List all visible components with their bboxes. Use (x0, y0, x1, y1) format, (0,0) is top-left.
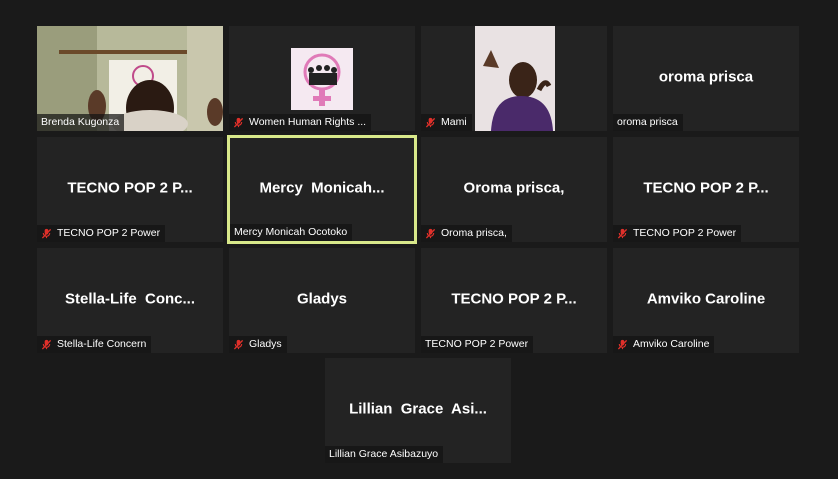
participant-name-label: TECNO POP 2 Power (421, 336, 534, 353)
participant-display-name: Gladys (296, 289, 348, 307)
mic-muted-icon (425, 117, 436, 128)
participant-name-label: Lillian Grace Asibazuyo (325, 446, 444, 463)
participant-tile[interactable]: Gladys Gladys (229, 248, 415, 353)
mic-muted-icon (41, 339, 52, 350)
participant-tile[interactable]: Amviko Caroline Amviko Caroline (613, 248, 799, 353)
participant-tile[interactable]: Mami (421, 26, 607, 131)
mic-muted-icon (617, 228, 628, 239)
mic-muted-icon (233, 339, 244, 350)
participant-tile[interactable]: Women Human Rights ... (229, 26, 415, 131)
participant-name-label: Mercy Monicah Ocotoko (230, 224, 353, 241)
participant-display-name: TECNO POP 2 P... (67, 178, 193, 196)
participant-display-name: Stella-Life Conc... (64, 289, 196, 307)
participant-name-label: Gladys (229, 336, 287, 353)
participant-tile[interactable]: TECNO POP 2 P... TECNO POP 2 Power (37, 137, 223, 242)
participant-display-name: Amviko Caroline (646, 289, 766, 307)
participant-name-label: TECNO POP 2 Power (613, 225, 742, 242)
participant-tile[interactable]: TECNO POP 2 P... TECNO POP 2 Power (421, 248, 607, 353)
mic-muted-icon (233, 117, 244, 128)
active-speaker-tile[interactable]: Mercy Monicah... Mercy Monicah Ocotoko (227, 135, 417, 244)
mic-muted-icon (425, 228, 436, 239)
participant-tile[interactable]: Stella-Life Conc... Stella-Life Concern (37, 248, 223, 353)
participant-display-name: Oroma prisca, (463, 178, 565, 196)
participant-name-label: Brenda Kugonza (37, 114, 125, 131)
mic-muted-icon (41, 228, 52, 239)
participant-tile[interactable]: TECNO POP 2 P... TECNO POP 2 Power (613, 137, 799, 242)
participant-name-label: oroma prisca (613, 114, 683, 131)
participant-display-name: TECNO POP 2 P... (643, 178, 769, 196)
participant-tile[interactable]: Lillian Grace Asi... Lillian Grace Asiba… (325, 358, 511, 463)
mic-muted-icon (617, 339, 628, 350)
participant-name-label: Amviko Caroline (613, 336, 715, 353)
participant-tile[interactable]: Brenda Kugonza (37, 26, 223, 131)
participant-name-label: Women Human Rights ... (229, 114, 372, 131)
participant-tile[interactable]: Oroma prisca, Oroma prisca, (421, 137, 607, 242)
participant-name-label: Stella-Life Concern (37, 336, 152, 353)
participant-display-name: oroma prisca (658, 67, 754, 85)
participant-display-name: Lillian Grace Asi... (349, 399, 487, 417)
participant-name-label: Oroma prisca, (421, 225, 512, 242)
participant-name-label: Mami (421, 114, 472, 131)
participant-display-name: Mercy Monicah... (259, 178, 385, 196)
participant-tile[interactable]: oroma prisca oroma prisca (613, 26, 799, 131)
participant-display-name: TECNO POP 2 P... (451, 289, 577, 307)
participant-name-label: TECNO POP 2 Power (37, 225, 166, 242)
